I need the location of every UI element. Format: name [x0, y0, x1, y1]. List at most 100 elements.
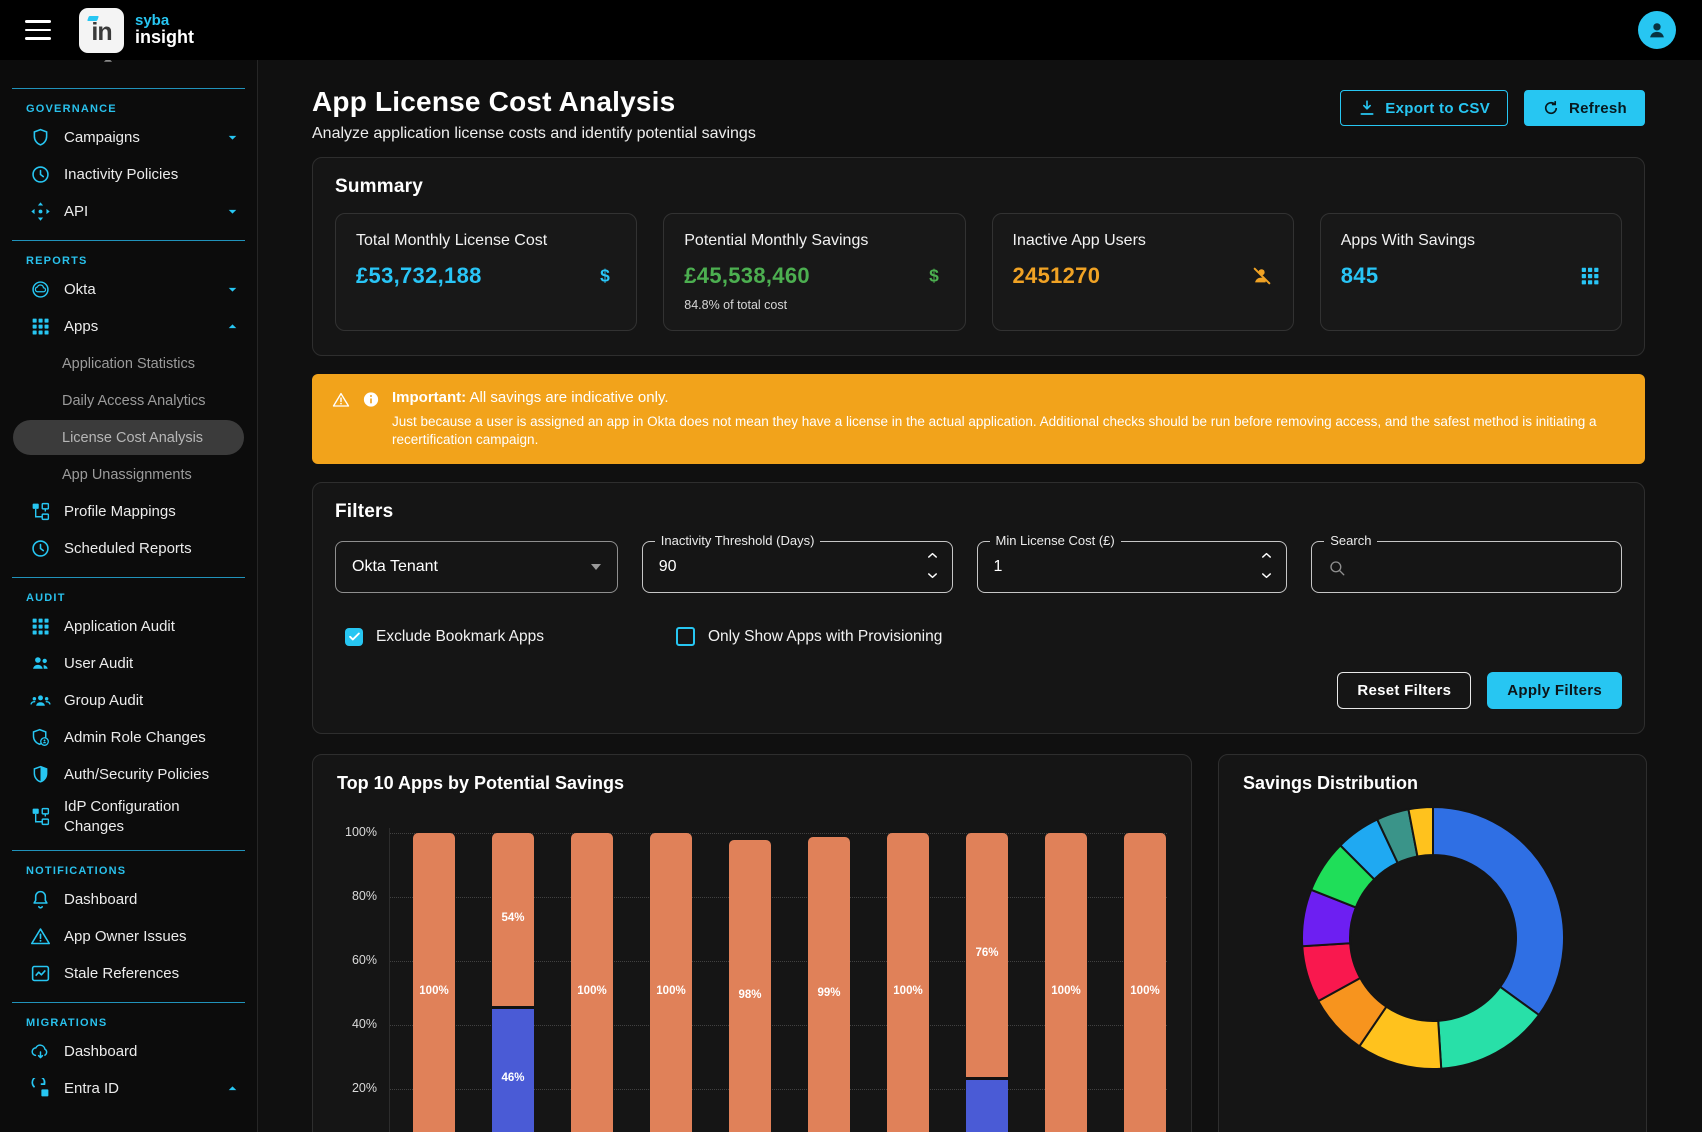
export-csv-button[interactable]: Export to CSV	[1340, 90, 1508, 126]
bar-app-1[interactable]: 100%	[413, 810, 455, 1132]
sidebar-item-user-audit[interactable]: User Audit	[0, 645, 257, 682]
hierarchy-icon	[30, 806, 51, 827]
logo-text: in	[91, 18, 111, 47]
sidebar-item-group-audit[interactable]: Group Audit	[0, 682, 257, 719]
sidebar-item-api[interactable]: API	[0, 193, 257, 230]
sidebar-item-apps[interactable]: Apps	[0, 308, 257, 345]
okta-tenant-select[interactable]: Okta Tenant	[335, 541, 618, 593]
sidebar-item-scheduled-reports[interactable]: Scheduled Reports	[0, 530, 257, 567]
reset-filters-button[interactable]: Reset Filters	[1337, 672, 1471, 709]
refresh-button[interactable]: Refresh	[1524, 90, 1645, 126]
stat-value: £45,538,460	[684, 263, 810, 289]
groups-icon	[30, 690, 51, 711]
savings-distribution-donut	[1243, 798, 1622, 1098]
bar-segment-secondary	[966, 1077, 1008, 1132]
bar-app-4[interactable]: 100%	[650, 810, 692, 1132]
bar-value-label: 100%	[1114, 985, 1176, 997]
sidebar-item-app-owner-issues[interactable]: App Owner Issues	[0, 918, 257, 955]
summary-section: Summary Total Monthly License Cost£53,73…	[312, 157, 1645, 356]
bar-app-8[interactable]: 76%	[966, 810, 1008, 1132]
increment-icon[interactable]	[924, 548, 942, 566]
sidebar-item-label: Apps	[64, 317, 98, 337]
bar-app-7[interactable]: 100%	[887, 810, 929, 1132]
warning-banner: Important: All savings are indicative on…	[312, 374, 1645, 464]
min-license-cost-label: Min License Cost (£)	[990, 533, 1121, 548]
bar-app-9[interactable]: 100%	[1045, 810, 1087, 1132]
inactivity-threshold-field[interactable]: Inactivity Threshold (Days) 90	[642, 541, 953, 593]
bar-app-10[interactable]: 100%	[1124, 810, 1166, 1132]
only-provisioning-label: Only Show Apps with Provisioning	[708, 628, 942, 646]
sidebar-subitem-daily-access-analytics[interactable]: Daily Access Analytics	[0, 382, 257, 419]
bar-value-label: 98%	[719, 989, 781, 1001]
sidebar-item-label: Dashboard	[64, 1042, 137, 1062]
page-subtitle: Analyze application license costs and id…	[312, 125, 756, 143]
sidebar-item-campaigns[interactable]: Campaigns	[0, 119, 257, 156]
y-axis-tick: 40%	[337, 1017, 377, 1031]
sidebar-section-label: AUDIT	[0, 580, 257, 608]
sidebar-section-label: GOVERNANCE	[0, 91, 257, 119]
sidebar-subitem-app-unassignments[interactable]: App Unassignments	[0, 456, 257, 493]
bar-segment-savings	[413, 833, 455, 1132]
donut-chart-title: Savings Distribution	[1243, 773, 1622, 794]
y-axis-line	[389, 828, 390, 1132]
sidebar-subitem-application-statistics[interactable]: Application Statistics	[0, 345, 257, 382]
sidebar-item-okta[interactable]: Okta	[0, 271, 257, 308]
sidebar-item-dashboard[interactable]: Dashboard	[0, 1033, 257, 1070]
cloud-sync-icon	[30, 1041, 51, 1062]
sidebar-item-entra-id[interactable]: Entra ID	[0, 1070, 257, 1107]
move-icon	[30, 201, 51, 222]
stat-card: Apps With Savings845	[1320, 213, 1622, 331]
refresh-label: Refresh	[1569, 100, 1627, 117]
donut-slice-1[interactable]	[1433, 807, 1564, 1015]
sidebar-item-label: User Audit	[64, 654, 133, 674]
bar-app-6[interactable]: 99%	[808, 810, 850, 1132]
sidebar-item-admin-role-changes[interactable]: Admin Role Changes	[0, 719, 257, 756]
checkbox-unchecked-icon	[676, 627, 695, 646]
sidebar-item-label: Okta	[64, 280, 96, 300]
bar-app-3[interactable]: 100%	[571, 810, 613, 1132]
bar-app-5[interactable]: 98%	[729, 810, 771, 1132]
decrement-icon[interactable]	[1258, 568, 1276, 586]
sidebar-subitem-license-cost-analysis[interactable]: License Cost Analysis	[13, 420, 244, 455]
bar-value-label: 100%	[1035, 985, 1097, 997]
only-provisioning-checkbox[interactable]: Only Show Apps with Provisioning	[676, 627, 942, 646]
banner-body: Just because a user is assigned an app i…	[392, 413, 1625, 449]
bar-value-label: 100%	[877, 985, 939, 997]
brand-bottom: insight	[135, 28, 194, 47]
apply-filters-button[interactable]: Apply Filters	[1487, 672, 1622, 709]
sidebar-item-dashboard[interactable]: Dashboard	[0, 881, 257, 918]
svg-text:$: $	[929, 266, 939, 286]
sidebar-section-label: MIGRATIONS	[0, 1005, 257, 1033]
sidebar-item-application-audit[interactable]: Application Audit	[0, 608, 257, 645]
sidebar-section-label: NOTIFICATIONS	[0, 853, 257, 881]
user-avatar[interactable]	[1638, 11, 1676, 49]
hamburger-menu-icon[interactable]	[25, 20, 51, 40]
increment-icon[interactable]	[1258, 548, 1276, 566]
sidebar-divider	[12, 577, 245, 578]
search-input[interactable]: Search	[1311, 541, 1622, 593]
min-license-cost-field[interactable]: Min License Cost (£) 1	[977, 541, 1288, 593]
sidebar-item-idp-configuration-changes[interactable]: IdP Configuration Changes	[0, 793, 257, 840]
sidebar-item-label: Auth/Security Policies	[64, 765, 209, 785]
sidebar-item-inactivity-policies[interactable]: Inactivity Policies	[0, 156, 257, 193]
exclude-bookmark-apps-checkbox[interactable]: Exclude Bookmark Apps	[345, 627, 676, 646]
bar-segment-secondary	[492, 1006, 534, 1132]
decrement-icon[interactable]	[924, 568, 942, 586]
person-off-icon	[1251, 265, 1273, 287]
page-title: App License Cost Analysis	[312, 86, 756, 118]
bar-segment-savings	[1124, 833, 1166, 1132]
bar-app-2[interactable]: 46%54%	[492, 810, 534, 1132]
image-chart-icon	[30, 963, 51, 984]
sidebar-item-profile-mappings[interactable]: Profile Mappings	[0, 493, 257, 530]
sidebar-item-label: Entra ID	[64, 1079, 119, 1099]
dollar-icon: $	[594, 265, 616, 287]
bar-segment-savings	[729, 840, 771, 1132]
sidebar-item-label: Inactivity Policies	[64, 165, 178, 185]
checkbox-checked-icon	[345, 628, 363, 646]
banner-title-bold: Important:	[392, 389, 466, 406]
sidebar-item-label: Admin Role Changes	[64, 728, 206, 748]
sidebar-item-auth-security-policies[interactable]: Auth/Security Policies	[0, 756, 257, 793]
sidebar-item-stale-references[interactable]: Stale References	[0, 955, 257, 992]
stat-card: Inactive App Users2451270	[992, 213, 1294, 331]
sidebar-item-label: IdP Configuration Changes	[64, 797, 239, 836]
